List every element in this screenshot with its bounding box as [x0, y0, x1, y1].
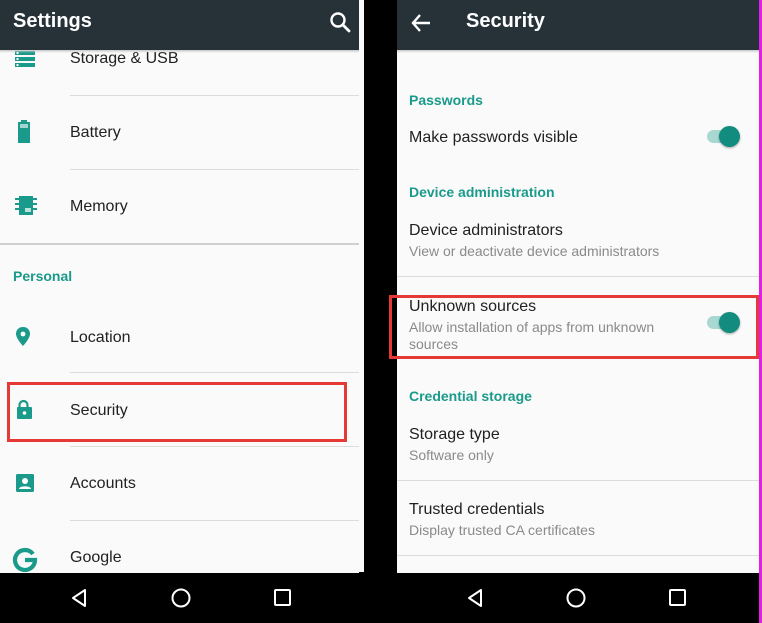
back-arrow-icon[interactable] — [409, 10, 435, 36]
nav-home-icon[interactable] — [565, 587, 587, 609]
nav-recents-icon[interactable] — [272, 587, 294, 609]
settings-item-accounts[interactable]: Accounts — [0, 447, 359, 520]
setting-subtitle: Allow installation of apps from unknown — [409, 319, 655, 335]
setting-title: Unknown sources — [409, 298, 537, 315]
security-screen: Security Passwords Make passwords visibl… — [397, 0, 759, 623]
settings-item-storage[interactable]: Storage & USB — [0, 46, 359, 96]
setting-title: Device administrators — [409, 222, 563, 239]
nav-back-icon[interactable] — [69, 587, 91, 609]
setting-subtitle-continued: sources — [409, 336, 459, 352]
lock-icon — [15, 399, 37, 421]
settings-screen: Settings Storage & USB Battery Memory Pe… — [0, 0, 359, 623]
nav-home-icon[interactable] — [170, 587, 192, 609]
navigation-bar — [0, 573, 359, 623]
setting-subtitle: Display trusted CA certificates — [409, 522, 595, 538]
section-header-credential-storage: Credential storage — [409, 388, 532, 404]
setting-title: Storage type — [409, 426, 500, 443]
navigation-bar — [397, 573, 759, 623]
settings-item-label: Location — [70, 329, 131, 346]
section-divider — [0, 243, 359, 245]
settings-item-location[interactable]: Location — [0, 300, 359, 372]
section-header-device-administration: Device administration — [409, 184, 555, 200]
section-header-passwords: Passwords — [409, 92, 483, 108]
setting-title: Trusted credentials — [409, 501, 545, 518]
security-app-bar: Security — [397, 0, 759, 50]
settings-item-label: Memory — [70, 198, 128, 215]
unknown-sources-toggle[interactable] — [705, 311, 741, 333]
section-header-personal: Personal — [13, 268, 73, 284]
toggle-thumb — [719, 126, 740, 147]
settings-item-battery[interactable]: Battery — [0, 96, 359, 169]
account-box-icon — [15, 473, 37, 495]
make-passwords-visible-toggle[interactable] — [705, 125, 741, 147]
settings-item-security[interactable]: Security — [0, 373, 359, 446]
setting-title: Make passwords visible — [409, 129, 578, 146]
setting-storage-type[interactable]: Storage type Software only — [397, 416, 759, 480]
google-g-icon — [12, 546, 38, 573]
location-pin-icon — [15, 327, 37, 349]
settings-app-bar: Settings — [0, 0, 359, 50]
memory-icon — [15, 195, 37, 217]
settings-item-memory[interactable]: Memory — [0, 170, 359, 243]
divider — [397, 555, 759, 556]
toggle-thumb — [719, 312, 740, 333]
app-bar-shadow — [397, 50, 759, 53]
settings-item-google[interactable]: Google — [0, 521, 359, 573]
settings-item-label: Accounts — [70, 475, 136, 492]
page-title: Security — [466, 10, 545, 32]
setting-unknown-sources[interactable]: Unknown sources Allow installation of ap… — [397, 290, 759, 362]
search-icon[interactable] — [328, 10, 354, 36]
storage-icon — [15, 50, 37, 72]
setting-subtitle: View or deactivate device administrators — [409, 243, 660, 259]
settings-item-label: Battery — [70, 124, 121, 141]
setting-subtitle: Software only — [409, 447, 494, 463]
panel-edge — [359, 0, 364, 572]
battery-icon — [15, 120, 37, 143]
setting-device-administrators[interactable]: Device administrators View or deactivate… — [397, 212, 759, 276]
page-title: Settings — [13, 10, 92, 32]
setting-make-passwords-visible[interactable]: Make passwords visible — [397, 115, 759, 165]
divider — [397, 276, 759, 277]
settings-item-label: Security — [70, 402, 128, 419]
setting-trusted-credentials[interactable]: Trusted credentials Display trusted CA c… — [397, 481, 759, 555]
settings-item-label: Google — [70, 549, 122, 566]
app-bar-shadow — [0, 50, 359, 53]
nav-back-icon[interactable] — [465, 587, 487, 609]
nav-recents-icon[interactable] — [667, 587, 689, 609]
